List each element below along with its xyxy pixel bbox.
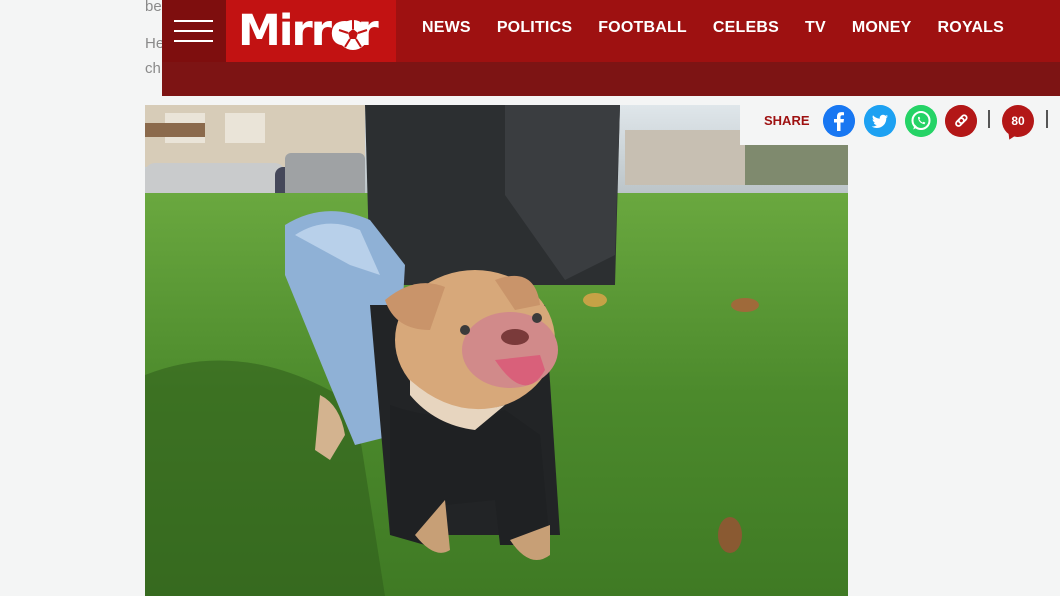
article-photo [145, 105, 848, 596]
link-icon[interactable] [945, 105, 977, 137]
site-logo[interactable]: Mirror [226, 0, 396, 62]
nav-item-money[interactable]: MONEY [852, 19, 912, 37]
nav-item-football[interactable]: FOOTBALL [598, 19, 687, 37]
article-text-fragment: ch [145, 60, 161, 77]
share-label: SHARE [764, 113, 810, 128]
comments-count-button[interactable]: 80 [1002, 105, 1034, 137]
hamburger-line [174, 40, 213, 42]
twitter-icon[interactable] [864, 105, 896, 137]
nav-item-celebs[interactable]: CELEBS [713, 19, 779, 37]
share-bar: SHARE 80 [740, 96, 1060, 145]
nav-item-politics[interactable]: POLITICS [497, 19, 572, 37]
hamburger-menu-button[interactable] [162, 0, 226, 62]
header-main-bar: Mirror NEWS POLITICS FOOTBALL CELEBS TV … [162, 0, 1060, 62]
nav-item-news[interactable]: NEWS [422, 19, 471, 37]
hamburger-line [174, 20, 213, 22]
nav-item-tv[interactable]: TV [805, 19, 826, 37]
bulldog-photo-illustration [145, 105, 848, 596]
main-navigation: NEWS POLITICS FOOTBALL CELEBS TV MONEY R… [422, 19, 1004, 37]
football-icon [338, 20, 368, 50]
divider [1046, 110, 1048, 128]
site-header: Mirror NEWS POLITICS FOOTBALL CELEBS TV … [162, 0, 1060, 96]
whatsapp-icon[interactable] [905, 105, 937, 137]
divider [988, 110, 990, 128]
nav-item-royals[interactable]: ROYALS [938, 19, 1004, 37]
hamburger-line [174, 30, 213, 32]
facebook-icon[interactable] [823, 105, 855, 137]
article-text-fragment: be [145, 0, 162, 15]
